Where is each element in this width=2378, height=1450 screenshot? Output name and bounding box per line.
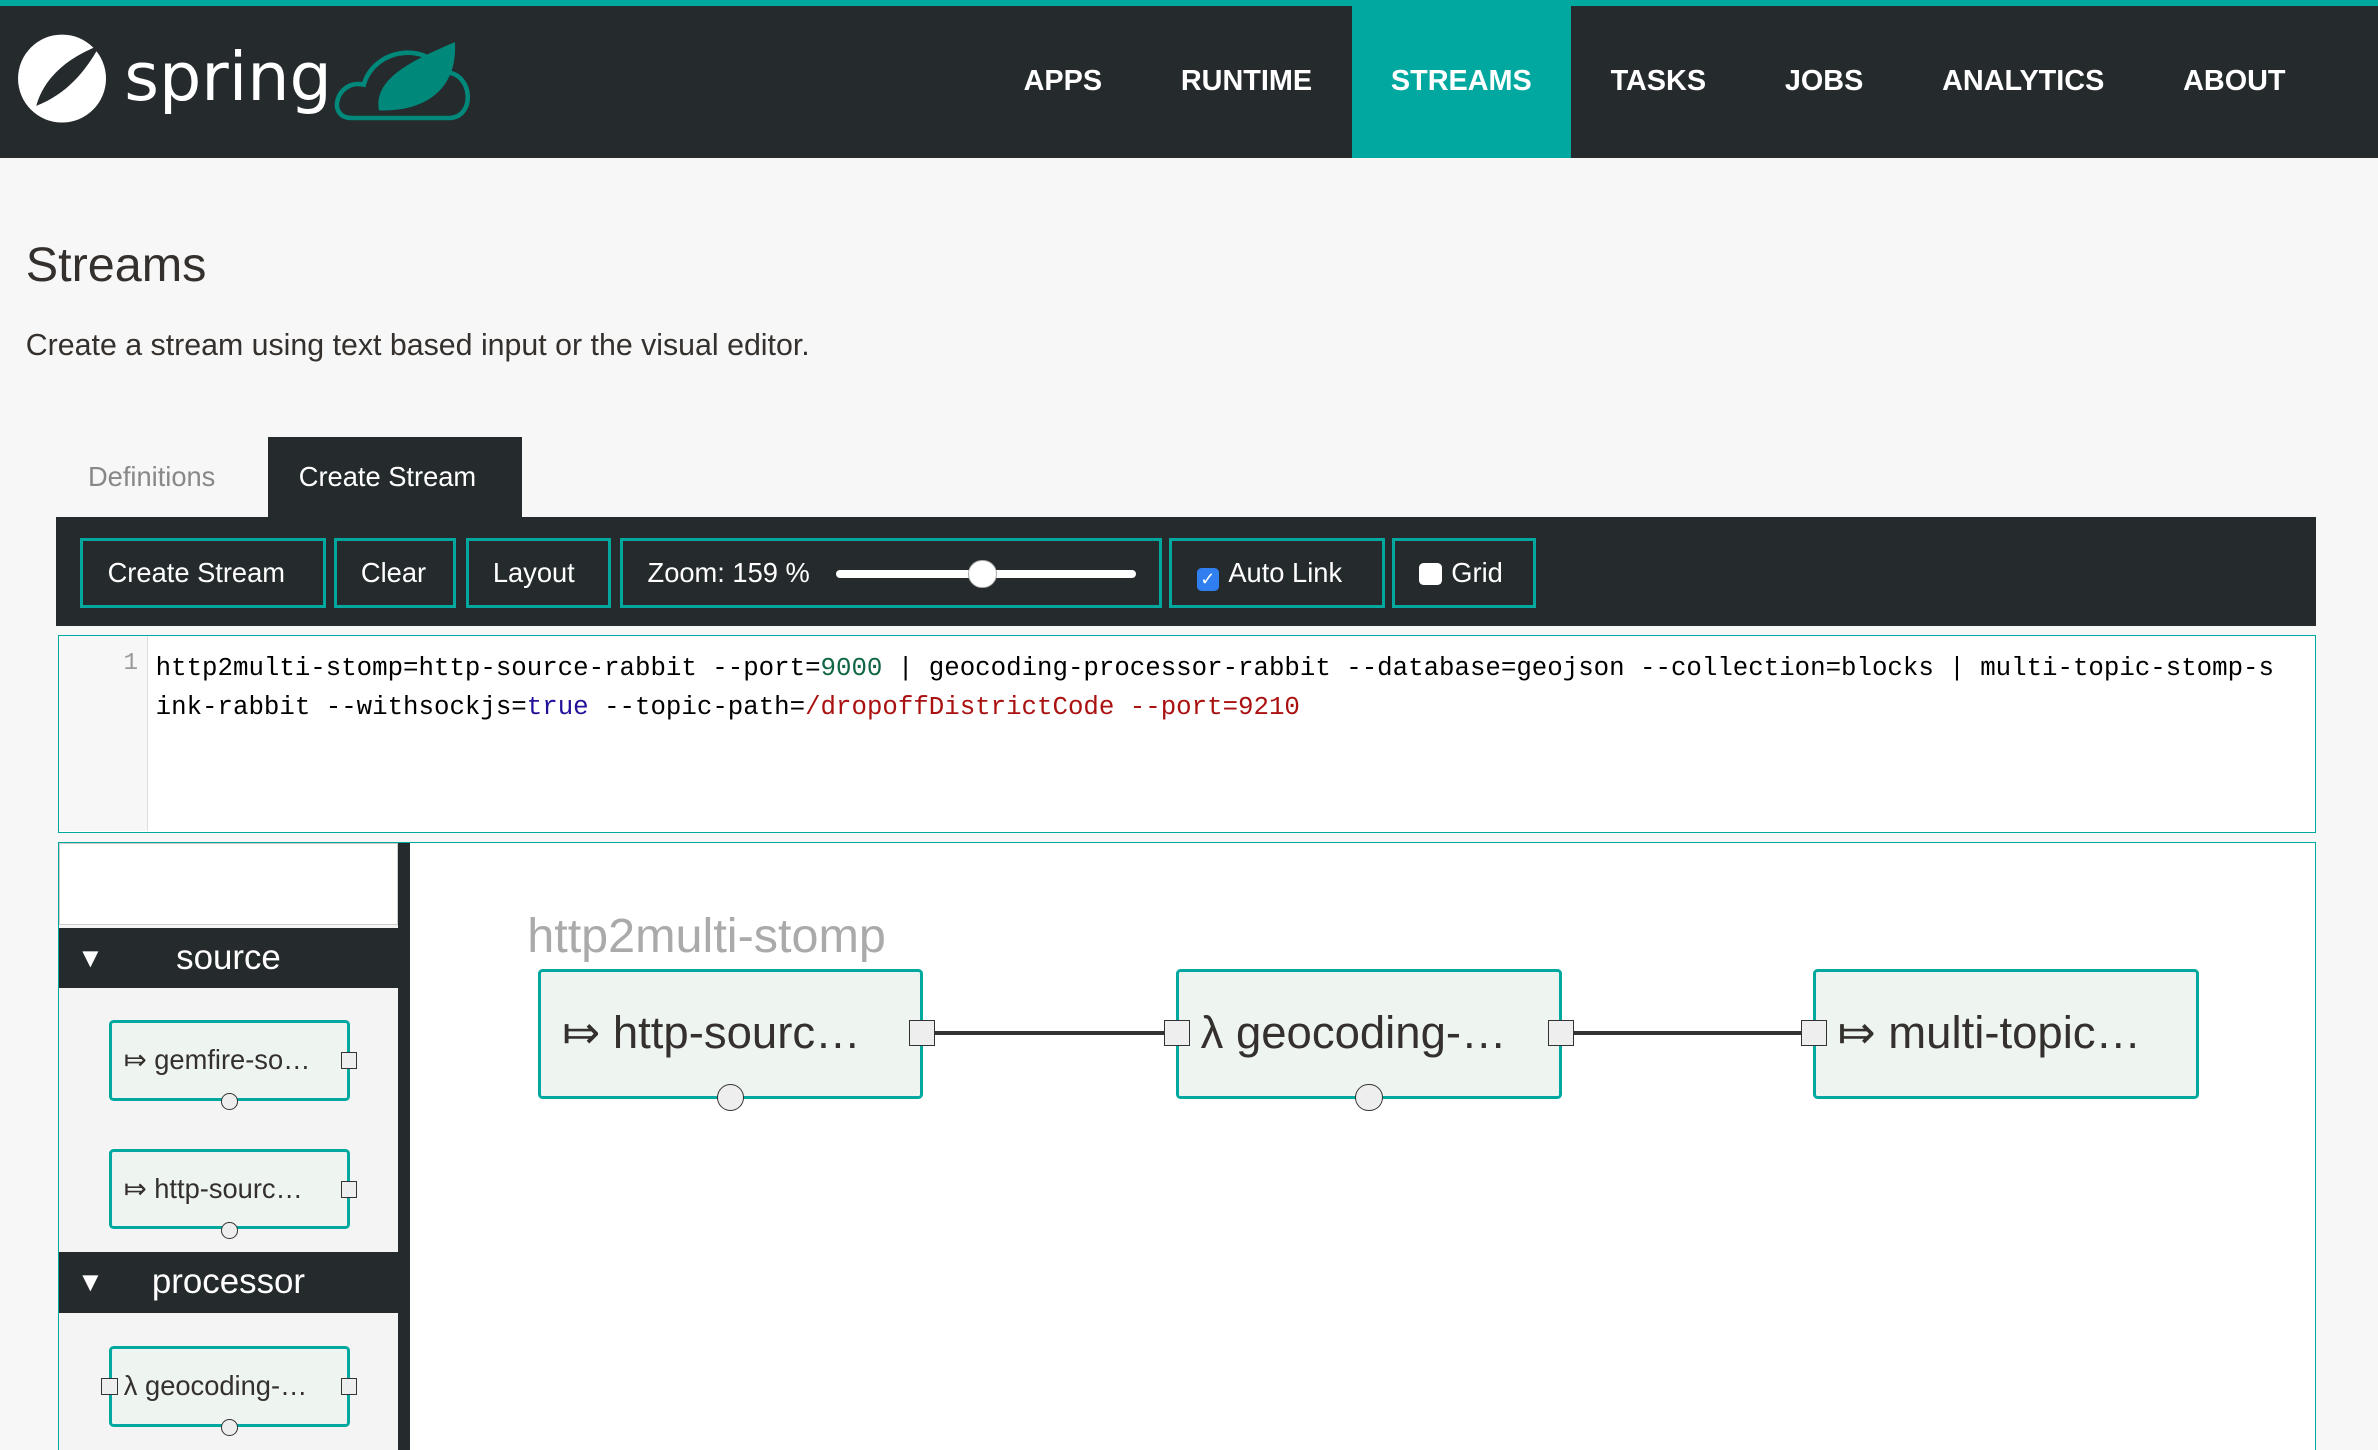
tap-port[interactable] — [716, 1083, 745, 1112]
tap-port[interactable] — [1355, 1083, 1383, 1112]
tab-definitions[interactable]: Definitions — [58, 437, 246, 517]
nav-streams[interactable]: STREAMS — [1351, 6, 1572, 158]
input-port[interactable] — [101, 1378, 118, 1395]
palette-item-gemfire-source[interactable]: ⤇ gemfire-so… — [108, 1020, 358, 1110]
editor-toolbar: Create Stream Clear Layout Zoom: 159 % ✓… — [56, 517, 2316, 627]
nav-runtime[interactable]: RUNTIME — [1141, 6, 1351, 158]
node-multi-topic-sink[interactable]: ⤇ multi-topic… — [1801, 968, 2199, 1099]
zoom-control: Zoom: 159 % — [620, 538, 1162, 609]
nav-tasks[interactable]: TASKS — [1571, 6, 1745, 158]
tab-create-stream[interactable]: Create Stream — [268, 436, 522, 518]
nav-analytics[interactable]: ANALYTICS — [1903, 6, 2144, 158]
palette: ▼ source ⤇ gemfire-so… ⤇ http-sourc… ▼ pro… — [58, 842, 411, 1450]
lambda-icon: λ — [123, 1370, 138, 1402]
tap-port[interactable] — [220, 1419, 238, 1436]
code-token: --topic-path= — [588, 693, 806, 723]
zoom-label: Zoom: 159 % — [647, 557, 810, 589]
line-number: 1 — [58, 636, 149, 831]
grid-toggle[interactable]: Grid — [1392, 538, 1537, 609]
nav-apps[interactable]: APPS — [984, 6, 1141, 158]
svg-text:spring: spring — [124, 38, 332, 116]
header: spring APPS RUNTIME STREAMS TASKS JOBS A… — [0, 6, 2378, 158]
source-arrow-icon: ⤇ — [123, 1173, 147, 1205]
code-token: http2multi-stomp=http-source-rabbit --po… — [155, 653, 821, 683]
output-port[interactable] — [340, 1180, 358, 1198]
sink-arrow-icon: ⤇ — [1837, 1006, 1876, 1058]
grid-label: Grid — [1451, 557, 1503, 589]
input-port[interactable] — [1164, 1020, 1190, 1046]
output-port[interactable] — [340, 1051, 358, 1069]
node-label: multi-topic… — [1888, 1006, 2142, 1058]
palette-item-label: http-sourc… — [154, 1173, 303, 1205]
code-token: /dropoffDistrictCode --port=9210 — [805, 693, 1300, 723]
node-label: http-sourc… — [612, 1006, 861, 1058]
palette-scrollbar[interactable] — [398, 842, 411, 1450]
visual-editor: ▼ source ⤇ gemfire-so… ⤇ http-sourc… ▼ pro… — [57, 841, 2316, 1450]
auto-link-checkbox[interactable]: ✓ — [1196, 568, 1220, 592]
main-nav: APPS RUNTIME STREAMS TASKS JOBS ANALYTIC… — [984, 6, 2325, 158]
palette-item-label: geocoding-… — [145, 1370, 308, 1402]
palette-group-processor[interactable]: ▼ processor — [58, 1252, 399, 1313]
palette-item-label: gemfire-so… — [154, 1044, 311, 1076]
lambda-icon: λ — [1200, 1006, 1224, 1058]
stream-dsl-code[interactable]: http2multi-stomp=http-source-rabbit --po… — [156, 649, 2279, 728]
link-connector[interactable] — [1564, 1030, 1815, 1036]
stream-definition-editor[interactable]: 1 http2multi-stomp=http-source-rabbit --… — [57, 635, 2316, 833]
create-stream-button[interactable]: Create Stream — [80, 538, 327, 609]
source-arrow-icon: ⤇ — [562, 1006, 601, 1058]
node-geocoding-processor[interactable]: λ geocoding-… — [1164, 968, 1574, 1112]
zoom-slider[interactable] — [835, 559, 1136, 589]
page-subtitle: Create a stream using text based input o… — [25, 329, 810, 363]
code-token: 9000 — [820, 653, 883, 683]
group-label: processor — [151, 1262, 306, 1302]
zoom-slider-handle[interactable] — [967, 559, 997, 589]
grid-checkbox[interactable] — [1419, 562, 1443, 586]
palette-search-input[interactable] — [58, 842, 399, 925]
palette-item-geocoding-processor[interactable]: λ geocoding-… — [101, 1346, 358, 1436]
tap-port[interactable] — [220, 1092, 238, 1110]
page-title: Streams — [25, 237, 207, 292]
stream-name-label: http2multi-stomp — [527, 908, 886, 963]
nav-jobs[interactable]: JOBS — [1745, 6, 1902, 158]
link-connector[interactable] — [926, 1030, 1177, 1036]
palette-group-source[interactable]: ▼ source — [58, 927, 399, 989]
spring-logo[interactable]: spring — [15, 27, 478, 134]
clear-button[interactable]: Clear — [333, 538, 457, 609]
canvas[interactable]: http2multi-stomp ⤇ http-sourc… λ geocodi… — [410, 843, 2316, 1450]
auto-link-label: Auto Link — [1228, 557, 1343, 589]
node-label: geocoding-… — [1235, 1006, 1507, 1058]
code-token: true — [526, 693, 589, 723]
nav-about[interactable]: ABOUT — [2144, 6, 2325, 158]
layout-button[interactable]: Layout — [465, 538, 612, 609]
output-port[interactable] — [1547, 1020, 1574, 1046]
tap-port[interactable] — [220, 1221, 238, 1239]
input-port[interactable] — [1801, 1020, 1827, 1046]
node-http-source[interactable]: ⤇ http-sourc… — [537, 968, 936, 1112]
output-port[interactable] — [909, 1020, 936, 1046]
output-port[interactable] — [340, 1378, 358, 1395]
source-arrow-icon: ⤇ — [123, 1044, 147, 1076]
palette-item-http-source[interactable]: ⤇ http-sourc… — [108, 1149, 358, 1239]
auto-link-toggle[interactable]: ✓ Auto Link — [1169, 538, 1385, 609]
group-label: source — [176, 937, 281, 977]
